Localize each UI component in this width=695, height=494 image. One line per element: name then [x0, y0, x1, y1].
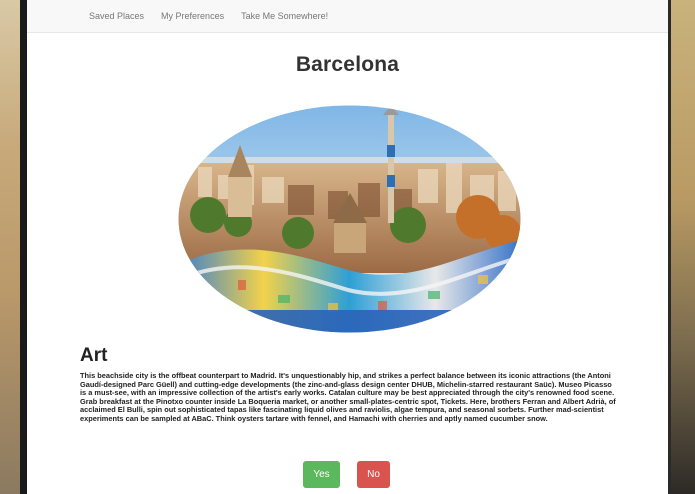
destination-title: Barcelona	[295, 53, 400, 76]
nav-take-me-somewhere[interactable]: Take Me Somewhere!	[241, 11, 328, 21]
no-button[interactable]: No	[357, 461, 390, 488]
destination-photo	[178, 105, 521, 333]
section-heading: Art	[80, 345, 108, 366]
desktop-backdrop-left	[0, 0, 27, 494]
nav-saved-places[interactable]: Saved Places	[89, 11, 144, 21]
desktop-backdrop-right	[668, 0, 695, 494]
top-navbar: Saved Places My Preferences Take Me Some…	[27, 0, 668, 33]
destination-description: This beachside city is the offbeat count…	[80, 371, 616, 423]
yes-button[interactable]: Yes	[303, 461, 340, 488]
nav-my-preferences[interactable]: My Preferences	[161, 11, 224, 21]
app-window: Saved Places My Preferences Take Me Some…	[27, 0, 668, 494]
nav-links: Saved Places My Preferences Take Me Some…	[27, 11, 345, 21]
